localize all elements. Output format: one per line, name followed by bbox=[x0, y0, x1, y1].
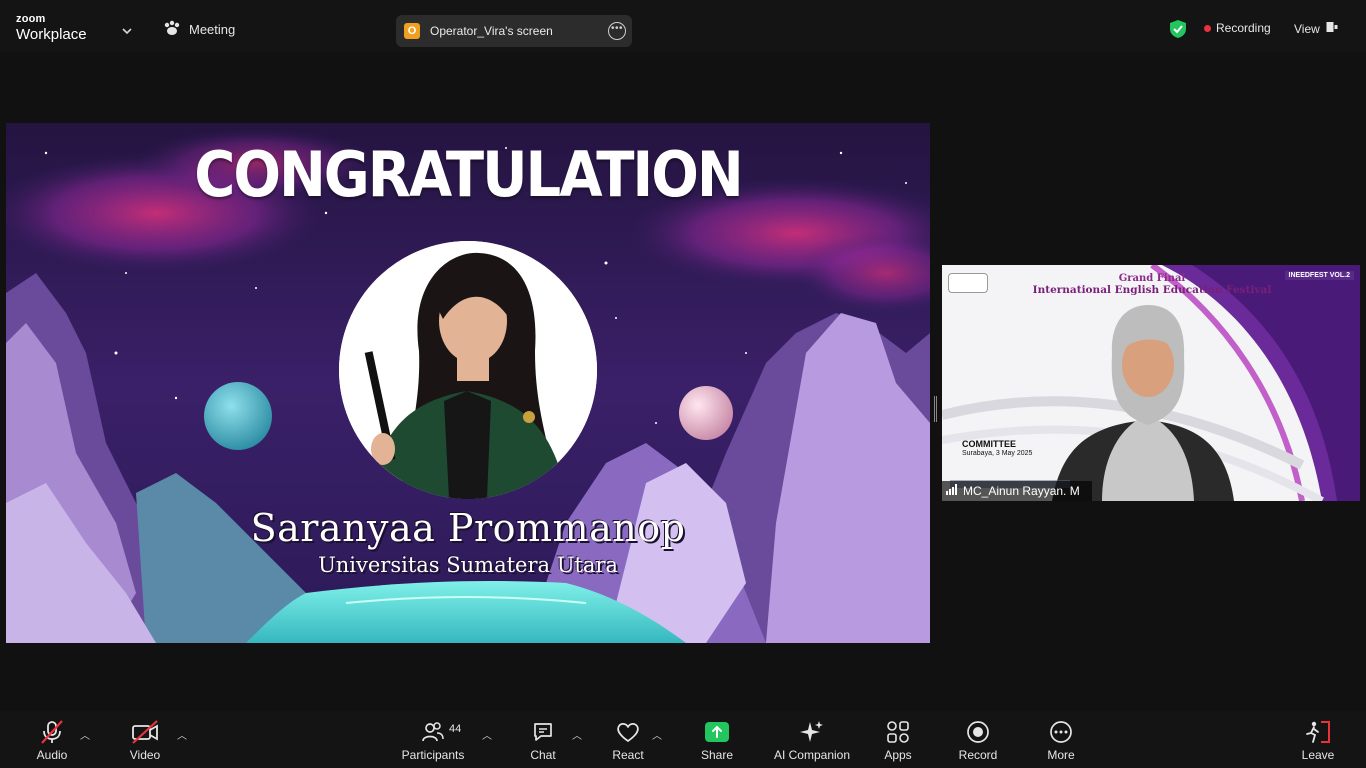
view-label: View bbox=[1294, 21, 1320, 36]
chat-bubble-icon bbox=[531, 719, 555, 745]
zoom-workplace-logo[interactable]: zoom Workplace bbox=[16, 13, 87, 43]
more-options-icon[interactable]: ••• bbox=[608, 22, 626, 40]
screen-title: Operator_Vira's screen bbox=[430, 24, 553, 38]
video-options-caret-icon[interactable]: ︿ bbox=[177, 727, 187, 742]
winner-name: Saranyaa Prommanop bbox=[250, 506, 686, 550]
resize-divider-handle[interactable] bbox=[934, 396, 937, 422]
winner-portrait-image bbox=[339, 241, 597, 499]
winner-university: Universitas Sumatera Utara bbox=[318, 553, 618, 577]
leave-label: Leave bbox=[1301, 748, 1335, 762]
react-label: React bbox=[612, 748, 644, 762]
event-title: Grand Final International English Educat… bbox=[1002, 273, 1302, 296]
chat-options-caret-icon[interactable]: ︿ bbox=[572, 727, 582, 742]
apps-label: Apps bbox=[884, 748, 912, 762]
share-label: Share bbox=[700, 748, 734, 762]
recording-indicator[interactable]: Recording bbox=[1204, 21, 1271, 35]
participant-video-tile[interactable]: Grand Final International English Educat… bbox=[942, 265, 1360, 501]
share-screen-icon bbox=[704, 719, 730, 745]
event-title-line1: Grand Final bbox=[1118, 273, 1186, 284]
paw-icon bbox=[163, 20, 181, 39]
participants-label: Participants bbox=[401, 748, 465, 762]
committee-caption: COMMITTEE Surabaya, 3 May 2025 bbox=[962, 439, 1033, 458]
sparkle-icon bbox=[799, 719, 825, 745]
recording-dot-icon bbox=[1204, 24, 1211, 32]
committee-date: Surabaya, 3 May 2025 bbox=[962, 449, 1033, 457]
participants-icon bbox=[422, 719, 444, 745]
zoom-window: zoom Workplace Meeting O Operator_Vira's… bbox=[0, 0, 1366, 768]
signal-strength-icon bbox=[946, 482, 958, 500]
event-logo-image bbox=[948, 273, 988, 293]
chevron-down-icon[interactable] bbox=[122, 22, 132, 40]
ai-companion-button[interactable]: AI Companion bbox=[767, 719, 857, 762]
apps-button[interactable]: Apps bbox=[853, 719, 943, 762]
chat-label: Chat bbox=[530, 748, 556, 762]
video-label: Video bbox=[129, 748, 161, 762]
audio-label: Audio bbox=[36, 748, 68, 762]
record-button[interactable]: Record bbox=[933, 719, 1023, 762]
more-button[interactable]: More bbox=[1016, 719, 1106, 762]
participants-count: 44 bbox=[449, 723, 462, 735]
record-icon bbox=[966, 719, 990, 745]
meeting-controls-toolbar: Audio ︿ Video ︿ Participants 44 ︿ Chat ︿ bbox=[0, 711, 1366, 768]
view-menu-button[interactable]: View bbox=[1294, 21, 1338, 36]
participant-name: MC_Ainun Rayyan. M bbox=[963, 484, 1080, 498]
record-label: Record bbox=[958, 748, 998, 762]
recording-label: Recording bbox=[1216, 21, 1271, 35]
microphone-muted-icon bbox=[39, 719, 65, 745]
participants-button[interactable]: Participants bbox=[388, 719, 478, 762]
react-options-caret-icon[interactable]: ︿ bbox=[652, 727, 662, 742]
participant-name-bar: MC_Ainun Rayyan. M bbox=[942, 481, 1092, 501]
more-dots-icon bbox=[1049, 719, 1073, 745]
view-layout-icon bbox=[1326, 21, 1338, 36]
event-badge: INEEDFEST VOL.2 bbox=[1284, 271, 1354, 280]
committee-label: COMMITTEE bbox=[962, 439, 1016, 449]
meeting-label: Meeting bbox=[189, 22, 236, 37]
event-title-line2: International English Education Festival bbox=[1032, 283, 1272, 296]
leave-door-icon bbox=[1305, 719, 1331, 745]
top-bar: zoom Workplace Meeting O Operator_Vira's… bbox=[0, 0, 1366, 52]
audio-options-caret-icon[interactable]: ︿ bbox=[80, 727, 90, 742]
shared-screen-view: CONGRATULATION Saranyaa Prommanop Univer… bbox=[6, 123, 930, 643]
share-button[interactable]: Share bbox=[672, 719, 762, 762]
more-label: More bbox=[1047, 748, 1075, 762]
leave-button[interactable]: Leave bbox=[1273, 719, 1363, 762]
security-shield-icon[interactable] bbox=[1169, 19, 1187, 44]
brand-line2: Workplace bbox=[16, 26, 87, 43]
meeting-menu-button[interactable]: Meeting bbox=[163, 20, 235, 39]
screen-owner-avatar: O bbox=[404, 23, 420, 39]
apps-grid-icon bbox=[886, 719, 910, 745]
congratulation-headline: CONGRATULATION bbox=[194, 139, 744, 212]
video-camera-off-icon bbox=[131, 719, 159, 745]
shared-screen-pill[interactable]: O Operator_Vira's screen ••• bbox=[396, 15, 632, 47]
brand-line1: zoom bbox=[16, 13, 46, 25]
ai-companion-label: AI Companion bbox=[773, 748, 851, 762]
participants-options-caret-icon[interactable]: ︿ bbox=[482, 727, 492, 742]
virtual-background-image bbox=[942, 265, 1360, 501]
heart-icon bbox=[616, 719, 640, 745]
